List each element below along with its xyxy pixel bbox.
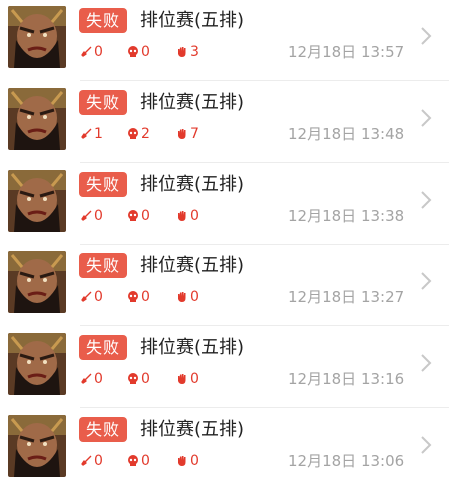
deaths-count: 0 [141,208,150,224]
deaths-count: 0 [141,289,150,305]
deaths-count: 0 [141,371,150,387]
skull-icon [128,46,138,57]
assists-count: 0 [190,453,199,469]
skull-icon [128,373,138,384]
hero-avatar [8,6,66,68]
sword-icon [81,455,92,466]
match-time: 12月18日 13:27 [288,288,405,306]
match-time: 12月18日 13:38 [288,207,405,225]
chevron-right-icon[interactable] [420,353,432,373]
kills-count: 0 [94,453,103,469]
sword-icon [81,291,92,302]
hand-icon [178,47,186,57]
result-badge: 失败 [79,417,127,442]
skull-icon [128,455,138,466]
hero-avatar [8,415,66,477]
result-badge: 失败 [79,172,127,197]
hand-icon [178,292,186,302]
match-row[interactable]: 失败 排位赛(五排) 0 0 0 12月18日 13:27 [0,245,449,326]
match-row[interactable]: 失败 排位赛(五排) 1 2 7 12月18日 13:48 [0,82,449,163]
row-divider [80,162,449,163]
chevron-right-icon[interactable] [420,271,432,291]
deaths-count: 2 [141,126,150,142]
hero-avatar [8,170,66,232]
match-mode-label: 排位赛(五排) [140,255,245,276]
hero-avatar [8,88,66,150]
match-mode-label: 排位赛(五排) [140,10,245,31]
match-mode-label: 排位赛(五排) [140,337,245,358]
assists-count: 7 [190,126,199,142]
skull-icon [128,291,138,302]
row-divider [80,80,449,81]
match-row[interactable]: 失败 排位赛(五排) 0 0 0 12月18日 13:38 [0,164,449,245]
hero-avatar [8,333,66,395]
match-mode-label: 排位赛(五排) [140,419,245,440]
hand-icon [178,129,186,139]
chevron-right-icon[interactable] [420,435,432,455]
chevron-right-icon[interactable] [420,26,432,46]
hand-icon [178,456,186,466]
sword-icon [81,46,92,57]
chevron-right-icon[interactable] [420,190,432,210]
result-badge: 失败 [79,253,127,278]
hero-avatar [8,251,66,313]
sword-icon [81,210,92,221]
kills-count: 0 [94,208,103,224]
kills-count: 0 [94,371,103,387]
match-time: 12月18日 13:48 [288,125,405,143]
row-divider [80,407,449,408]
result-badge: 失败 [79,335,127,360]
result-badge: 失败 [79,90,127,115]
assists-count: 0 [190,371,199,387]
kills-count: 1 [94,126,103,142]
skull-icon [128,210,138,221]
assists-count: 0 [190,208,199,224]
result-badge: 失败 [79,8,127,33]
match-time: 12月18日 13:57 [288,43,405,61]
match-row[interactable]: 失败 排位赛(五排) 0 0 0 12月18日 13:06 [0,409,449,490]
match-history-list: 失败 排位赛(五排) 0 0 3 12月18日 13:57 失败 排位赛(五排)… [0,0,449,477]
chevron-right-icon[interactable] [420,108,432,128]
assists-count: 3 [190,44,199,60]
kills-count: 0 [94,289,103,305]
match-mode-label: 排位赛(五排) [140,92,245,113]
row-divider [80,325,449,326]
hand-icon [178,211,186,221]
assists-count: 0 [190,289,199,305]
match-time: 12月18日 13:06 [288,452,405,470]
match-mode-label: 排位赛(五排) [140,174,245,195]
match-time: 12月18日 13:16 [288,370,405,388]
hand-icon [178,374,186,384]
deaths-count: 0 [141,453,150,469]
match-row[interactable]: 失败 排位赛(五排) 0 0 3 12月18日 13:57 [0,0,449,81]
kills-count: 0 [94,44,103,60]
sword-icon [81,373,92,384]
sword-icon [81,128,92,139]
skull-icon [128,128,138,139]
match-row[interactable]: 失败 排位赛(五排) 0 0 0 12月18日 13:16 [0,327,449,408]
deaths-count: 0 [141,44,150,60]
